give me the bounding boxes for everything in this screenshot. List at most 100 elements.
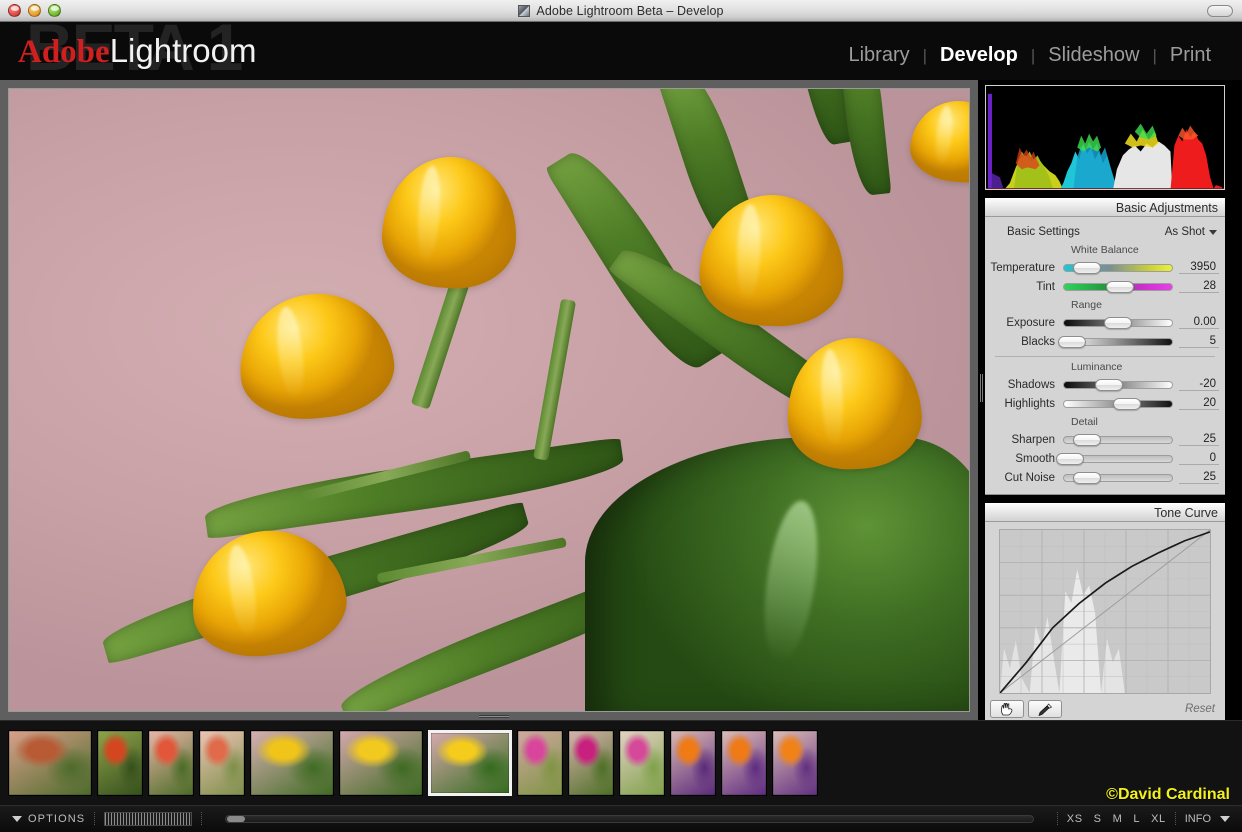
slider-shadows[interactable] bbox=[1063, 379, 1173, 391]
value-highlights[interactable]: 20 bbox=[1179, 397, 1219, 410]
tone-curve-graph[interactable] bbox=[999, 529, 1211, 694]
rgb-histogram[interactable] bbox=[985, 85, 1225, 190]
toolbar-separator-2 bbox=[201, 812, 203, 826]
slider-sharpen[interactable] bbox=[1063, 434, 1173, 446]
zoom-slider-thumb[interactable] bbox=[227, 816, 246, 822]
panel-resize-handle[interactable] bbox=[978, 80, 985, 720]
slider-row-temperature: Temperature 3950 bbox=[985, 258, 1225, 277]
photo-frame[interactable] bbox=[8, 88, 970, 712]
basic-adjustments-body: Basic Settings As Shot White Balance Tem… bbox=[985, 217, 1225, 495]
value-tint[interactable]: 28 bbox=[1179, 280, 1219, 293]
label-tint: Tint bbox=[1036, 280, 1055, 293]
filmstrip[interactable] bbox=[0, 720, 1242, 805]
options-button[interactable]: OPTIONS bbox=[0, 813, 85, 825]
filmstrip-thumbnail[interactable] bbox=[428, 730, 512, 796]
slider-blacks[interactable] bbox=[1057, 336, 1173, 348]
filmstrip-thumbnail[interactable] bbox=[772, 730, 818, 796]
module-nav: Library | Develop | Slideshow | Print bbox=[835, 44, 1224, 67]
label-temperature: Temperature bbox=[990, 261, 1055, 274]
nav-item-develop[interactable]: Develop bbox=[927, 44, 1031, 67]
grid-density-widget[interactable] bbox=[104, 812, 193, 826]
filmstrip-thumbnail[interactable] bbox=[199, 730, 245, 796]
nav-item-print[interactable]: Print bbox=[1157, 44, 1224, 67]
copyright-watermark: ©David Cardinal bbox=[1106, 786, 1230, 803]
basic-settings-row: Basic Settings As Shot bbox=[985, 223, 1225, 241]
thumbnail-zoom-slider[interactable] bbox=[225, 815, 1034, 823]
image-viewer-area[interactable] bbox=[0, 80, 978, 720]
triangle-down-icon bbox=[12, 816, 22, 822]
toolbar-separator-3 bbox=[1056, 812, 1058, 826]
value-temperature[interactable]: 3950 bbox=[1179, 261, 1219, 274]
window-title: Adobe Lightroom Beta – Develop bbox=[536, 4, 724, 18]
thumbnail-image bbox=[722, 731, 766, 795]
label-blacks: Blacks bbox=[1021, 335, 1055, 348]
section-label-luminance: Luminance bbox=[1071, 361, 1123, 373]
slider-exposure[interactable] bbox=[1063, 317, 1173, 329]
label-smooth: Smooth bbox=[1015, 452, 1055, 465]
filmstrip-thumbnail[interactable] bbox=[517, 730, 563, 796]
filmstrip-thumbnail[interactable] bbox=[670, 730, 716, 796]
filmstrip-thumbnail[interactable] bbox=[97, 730, 143, 796]
value-exposure[interactable]: 0.00 bbox=[1179, 316, 1219, 329]
basic-adjustments-header[interactable]: Basic Adjustments bbox=[985, 198, 1225, 217]
hand-tool-button[interactable] bbox=[990, 700, 1024, 718]
tone-curve-header[interactable]: Tone Curve bbox=[985, 503, 1225, 522]
size-option-m[interactable]: M bbox=[1113, 813, 1123, 825]
slider-row-cut-noise: Cut Noise 25 bbox=[985, 468, 1225, 487]
options-label: OPTIONS bbox=[28, 813, 86, 825]
nav-item-slideshow[interactable]: Slideshow bbox=[1035, 44, 1152, 67]
thumbnail-image bbox=[773, 731, 817, 795]
size-option-l[interactable]: L bbox=[1133, 813, 1140, 825]
tone-curve-title: Tone Curve bbox=[1154, 505, 1218, 520]
value-cut-noise[interactable]: 25 bbox=[1179, 471, 1219, 484]
thumbnail-image bbox=[340, 731, 422, 795]
thumbnail-image bbox=[518, 731, 562, 795]
slider-highlights[interactable] bbox=[1063, 398, 1173, 410]
filmstrip-thumbnail[interactable] bbox=[721, 730, 767, 796]
slider-smooth[interactable] bbox=[1055, 453, 1173, 465]
app-logo: AdobeLightroom bbox=[18, 34, 256, 69]
toolbar-separator-4 bbox=[1174, 812, 1176, 826]
basic-adjustments-title: Basic Adjustments bbox=[1115, 200, 1218, 215]
section-label-white-balance: White Balance bbox=[1071, 244, 1139, 256]
chevron-down-icon bbox=[1209, 229, 1217, 235]
filmstrip-thumbnail[interactable] bbox=[8, 730, 92, 796]
filmstrip-thumbnail[interactable] bbox=[250, 730, 334, 796]
slider-tint[interactable] bbox=[1063, 281, 1173, 293]
info-label: INFO bbox=[1184, 813, 1211, 825]
logo-adobe-text: Adobe bbox=[18, 34, 110, 70]
thumbnail-image bbox=[671, 731, 715, 795]
tone-curve-reset-button[interactable]: Reset bbox=[1185, 703, 1215, 715]
slider-row-tint: Tint 28 bbox=[985, 277, 1225, 296]
slider-row-sharpen: Sharpen 25 bbox=[985, 430, 1225, 449]
slider-row-highlights: Highlights 20 bbox=[985, 394, 1225, 413]
wb-preset-value: As Shot bbox=[1164, 226, 1205, 238]
slider-row-smooth: Smooth 0 bbox=[985, 449, 1225, 468]
filmstrip-thumbnail[interactable] bbox=[619, 730, 665, 796]
size-option-xl[interactable]: XL bbox=[1151, 813, 1166, 825]
filmstrip-thumbnail[interactable] bbox=[148, 730, 194, 796]
photo-canvas bbox=[9, 89, 969, 711]
info-button[interactable]: INFO bbox=[1185, 813, 1242, 825]
wb-preset-dropdown[interactable]: As Shot bbox=[1165, 226, 1217, 238]
toolbar-toggle-button[interactable] bbox=[1207, 5, 1233, 17]
window-title-group: Adobe Lightroom Beta – Develop bbox=[0, 0, 1242, 22]
filmstrip-thumbnail[interactable] bbox=[568, 730, 614, 796]
filmstrip-resize-handle[interactable] bbox=[0, 712, 978, 720]
eyedropper-icon bbox=[1038, 702, 1053, 716]
section-label-detail: Detail bbox=[1071, 416, 1098, 428]
value-shadows[interactable]: -20 bbox=[1179, 378, 1219, 391]
window-titlebar: Adobe Lightroom Beta – Develop bbox=[0, 0, 1242, 22]
value-smooth[interactable]: 0 bbox=[1179, 452, 1219, 465]
size-option-s[interactable]: S bbox=[1094, 813, 1102, 825]
value-sharpen[interactable]: 25 bbox=[1179, 433, 1219, 446]
size-option-xs[interactable]: XS bbox=[1067, 813, 1083, 825]
slider-temperature[interactable] bbox=[1063, 262, 1173, 274]
value-blacks[interactable]: 5 bbox=[1179, 335, 1219, 348]
slider-cut-noise[interactable] bbox=[1063, 472, 1173, 484]
size-options: XS S M L XL bbox=[1067, 813, 1166, 825]
nav-item-library[interactable]: Library bbox=[835, 44, 922, 67]
label-highlights: Highlights bbox=[1004, 397, 1056, 410]
eyedropper-tool-button[interactable] bbox=[1028, 700, 1062, 718]
filmstrip-thumbnail[interactable] bbox=[339, 730, 423, 796]
